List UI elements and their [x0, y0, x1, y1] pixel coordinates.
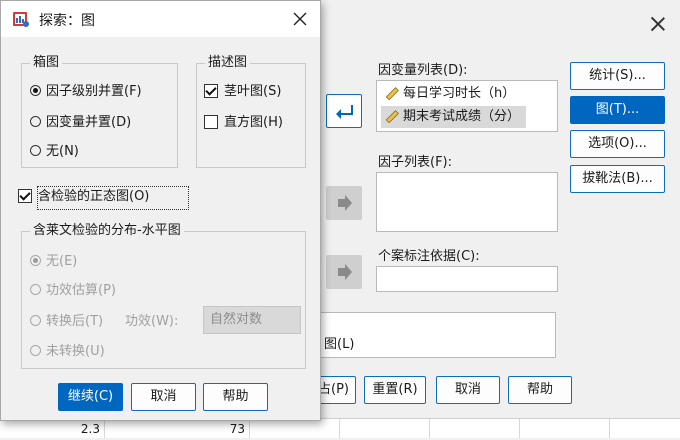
histogram-checkbox[interactable]: 直方图(H): [204, 113, 283, 133]
power-estimation-radio[interactable]: 功效估算(P): [30, 281, 116, 301]
arrow-right-icon: [338, 195, 352, 211]
list-item[interactable]: 期末考试成绩（分）: [381, 106, 527, 128]
sheet-cell: [250, 419, 340, 438]
case-label-label: 个案标注依据(C):: [378, 249, 480, 264]
help-button[interactable]: 帮助: [203, 383, 268, 411]
option-label: 未转换(U): [46, 344, 105, 359]
option-label: 无(E): [46, 254, 78, 269]
main-cancel-button[interactable]: 取消: [436, 376, 500, 404]
list-item-label: 每日学习时长（h）: [403, 86, 516, 101]
bootstrap-button[interactable]: 拔靴法(B)...: [570, 165, 665, 193]
sheet-cell: [520, 419, 610, 438]
boxplot-factor-levels-radio[interactable]: 因子级别并置(F): [30, 82, 142, 102]
checkbox-icon: [204, 115, 218, 129]
radio-icon: [30, 85, 41, 96]
normality-plots-checkbox[interactable]: 含检验的正态图(O): [18, 187, 149, 207]
option-label: 直方图(H): [224, 115, 283, 130]
boxplots-group: 箱图 因子级别并置(F) 因变量并置(D) 无(N): [21, 55, 178, 168]
reset-button[interactable]: 重置(R): [364, 376, 426, 404]
boxplots-title: 箱图: [30, 55, 63, 71]
arrow-right-icon: [338, 264, 352, 280]
ruler-icon: [385, 110, 399, 124]
explore-plots-dialog: 探索：图 箱图 因子级别并置(F) 因变量并置(D) 无(N) 描述图 茎叶图(…: [0, 0, 321, 421]
spread-vs-level-group: 含莱文检验的分布-水平图 无(E) 功效估算(P) 转换后(T) 功效(W): …: [21, 223, 306, 369]
dependent-list-label: 因变量列表(D):: [378, 63, 468, 78]
ruler-icon: [385, 87, 399, 101]
option-label: 转换后(T): [46, 314, 104, 329]
descriptive-group: 描述图 茎叶图(S) 直方图(H): [196, 55, 306, 168]
dependent-list[interactable]: 每日学习时长（h） 期末考试成绩（分）: [376, 80, 558, 132]
option-label: 茎叶图(S): [224, 84, 282, 99]
spread-none-radio[interactable]: 无(E): [30, 252, 77, 272]
main-help-button[interactable]: 帮助: [508, 376, 572, 404]
list-item-label: 期末考试成绩（分）: [403, 109, 521, 124]
title-bar: 探索：图: [1, 1, 320, 37]
statistics-button[interactable]: 统计(S)...: [570, 62, 665, 90]
option-label: 功效估算(P): [46, 283, 116, 298]
close-icon[interactable]: [293, 12, 307, 26]
background-spreadsheet: 2.3 73: [0, 418, 680, 438]
cancel-button[interactable]: 取消: [131, 383, 196, 411]
radio-icon: [30, 255, 41, 266]
arrow-left-icon: [336, 105, 353, 119]
list-item[interactable]: 每日学习时长（h）: [381, 83, 521, 105]
checkbox-icon: [18, 189, 32, 203]
option-label: 无(N): [46, 144, 79, 159]
continue-button[interactable]: 继续(C): [58, 383, 123, 411]
option-label: 因子级别并置(F): [46, 84, 142, 99]
radio-icon: [30, 116, 41, 127]
sheet-cell: 73: [105, 419, 250, 438]
radio-icon: [30, 315, 41, 326]
options-button[interactable]: 选项(O)...: [570, 130, 665, 158]
sheet-cell: [340, 419, 430, 438]
sheet-cell: 2.3: [0, 419, 105, 438]
spss-app-icon: [13, 12, 29, 27]
boxplot-dependents-radio[interactable]: 因变量并置(D): [30, 113, 131, 133]
sheet-cell: [430, 419, 520, 438]
spread-vs-level-title: 含莱文检验的分布-水平图: [30, 223, 184, 239]
power-label: 功效(W):: [125, 314, 179, 329]
descriptive-title: 描述图: [205, 55, 251, 71]
display-plots-radio-label[interactable]: 图(L): [324, 333, 354, 352]
option-label: 含检验的正态图(O): [38, 189, 150, 204]
move-dependent-button[interactable]: [326, 94, 362, 128]
case-label-field[interactable]: [376, 266, 558, 292]
radio-icon: [30, 145, 41, 156]
factor-list-label: 因子列表(F):: [378, 155, 453, 170]
boxplot-none-radio[interactable]: 无(N): [30, 142, 79, 162]
power-dropdown[interactable]: 自然对数: [203, 306, 301, 334]
move-case-label-button[interactable]: [326, 255, 362, 289]
stem-and-leaf-checkbox[interactable]: 茎叶图(S): [204, 82, 281, 102]
main-close-icon[interactable]: [647, 13, 669, 35]
radio-icon: [30, 345, 41, 356]
transformed-radio[interactable]: 转换后(T): [30, 312, 103, 332]
factor-list[interactable]: [376, 172, 558, 232]
move-factor-button[interactable]: [326, 186, 362, 220]
dialog-title: 探索：图: [39, 13, 95, 29]
radio-icon: [30, 284, 41, 295]
option-label: 因变量并置(D): [46, 115, 132, 130]
checkbox-icon: [204, 84, 218, 98]
plots-button[interactable]: 图(T)...: [570, 96, 665, 124]
untransformed-radio[interactable]: 未转换(U): [30, 342, 105, 362]
